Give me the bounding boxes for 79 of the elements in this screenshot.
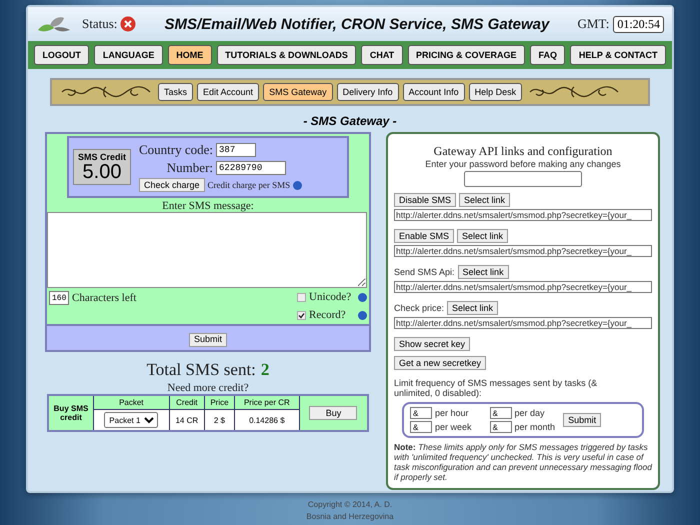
- sub-nav-button[interactable]: Account Info: [402, 83, 465, 101]
- chars-left-label: Characters left: [72, 292, 136, 304]
- link-label: Check price:: [394, 303, 444, 313]
- clock-display: 01:20:54: [613, 16, 664, 32]
- sub-nav-button[interactable]: Help Desk: [468, 83, 522, 101]
- sub-nav-button[interactable]: SMS Gateway: [263, 83, 333, 101]
- toggle-button[interactable]: Disable SMS: [394, 193, 456, 207]
- password-field[interactable]: [464, 171, 582, 187]
- select-link-button[interactable]: Select link: [459, 193, 510, 207]
- status-label: Status:: [82, 16, 118, 32]
- nav-button[interactable]: PRICING & COVERAGE: [408, 45, 526, 65]
- page-title: SMS/Email/Web Notifier, CRON Service, SMS Gateway: [164, 16, 551, 32]
- chars-left-counter[interactable]: 160: [49, 291, 69, 305]
- section-title: - SMS Gateway -: [302, 114, 398, 128]
- info-icon: [293, 180, 302, 190]
- limit-submit-button[interactable]: Submit: [563, 413, 602, 427]
- message-label: Enter SMS message:: [161, 200, 255, 212]
- option-label: Record?: [309, 309, 347, 321]
- footer-text: Bosnia and Herzegovina: [305, 511, 395, 523]
- total-sent-label: Total SMS sent:: [146, 360, 256, 380]
- sub-nav-button[interactable]: Edit Account: [197, 83, 260, 101]
- check-charge-button[interactable]: Check charge: [139, 178, 205, 192]
- limit-field[interactable]: &: [410, 421, 432, 433]
- select-link-button[interactable]: Select link: [447, 301, 498, 315]
- column-header: Price: [204, 395, 234, 410]
- checkbox[interactable]: [297, 310, 306, 320]
- gmt-label: GMT:: [577, 16, 610, 32]
- column-header: Credit: [169, 395, 205, 410]
- url-field[interactable]: http://alerter.ddns.net/smsalert/smsmod.php?secretkey={your_: [394, 209, 652, 221]
- api-title: Gateway API links and configuration: [432, 144, 614, 159]
- message-field[interactable]: [47, 212, 367, 288]
- limit-field[interactable]: &: [490, 421, 512, 433]
- nav-button[interactable]: HELP & CONTACT: [570, 45, 666, 65]
- submit-button[interactable]: Submit: [188, 332, 227, 346]
- sub-nav-button[interactable]: Delivery Info: [336, 83, 399, 101]
- table-cell: 14 CR: [169, 410, 205, 431]
- footer-text: Copyright © 2014, A. D.: [306, 499, 394, 511]
- country-code-field[interactable]: 387: [216, 143, 256, 157]
- select-link-button[interactable]: Select link: [457, 229, 508, 243]
- checkbox[interactable]: [297, 292, 306, 302]
- nav-button[interactable]: HOME: [168, 45, 212, 65]
- url-field[interactable]: http://alerter.ddns.net/smsalert/smsmod.php?secretkey={your_: [394, 245, 652, 257]
- total-sent-count: 2: [260, 360, 270, 380]
- number-label: Number:: [166, 160, 214, 176]
- nav-button[interactable]: LANGUAGE: [94, 45, 163, 65]
- table-cell: 2 $: [204, 410, 234, 431]
- number-field[interactable]: 62289790: [216, 161, 286, 175]
- select-link-button[interactable]: Select link: [458, 265, 509, 279]
- credit-display: SMS Credit 5.00: [73, 149, 132, 185]
- nav-button[interactable]: TUTORIALS & DOWNLOADS: [216, 45, 356, 65]
- limit-field[interactable]: &: [490, 407, 512, 419]
- limit-field[interactable]: &: [410, 407, 432, 419]
- sub-nav-button[interactable]: Tasks: [158, 83, 194, 101]
- link-label: Send SMS Api:: [394, 267, 455, 277]
- toggle-button[interactable]: Enable SMS: [394, 229, 454, 243]
- limit-label: per week: [435, 422, 472, 432]
- need-credit-text: Need more credit?: [167, 382, 249, 394]
- limit-label: per month: [514, 422, 556, 432]
- note-text: Note: These limits apply only for SMS messages triggered by tasks with 'unlimited frequency' unchecked. This is very useful in case of task misconfiguration and can prevent unnecessary messaging flood if properly set.: [394, 442, 652, 482]
- table-cell: Buy SMS credit: [48, 395, 94, 431]
- table-cell: 0.14286 $: [234, 410, 300, 431]
- show-key-button[interactable]: Show secret key: [394, 337, 470, 351]
- nav-button[interactable]: FAQ: [530, 45, 566, 65]
- limit-label: per day: [514, 408, 545, 418]
- password-hint: Enter your password before making any changes: [424, 159, 622, 169]
- buy-button[interactable]: Buy: [309, 406, 358, 420]
- packet-select[interactable]: Packet 1: [104, 412, 158, 428]
- charge-note: Credit charge per SMS: [208, 180, 290, 190]
- limit-text: Limit frequency of SMS messages sent by tasks (& unlimited, 0 disabled):: [394, 378, 598, 398]
- column-header: Packet: [94, 395, 170, 410]
- nav-button[interactable]: LOGOUT: [34, 45, 90, 65]
- limit-label: per hour: [435, 408, 469, 418]
- url-field[interactable]: http://alerter.ddns.net/smsalert/smsmod.php?secretkey={your_: [394, 317, 652, 329]
- nav-button[interactable]: CHAT: [361, 45, 403, 65]
- new-key-button[interactable]: Get a new secretkey: [394, 356, 486, 370]
- column-header: Price per CR: [234, 395, 300, 410]
- option-label: Unicode?: [309, 291, 352, 303]
- country-code-label: Country code:: [139, 142, 214, 158]
- url-field[interactable]: http://alerter.ddns.net/smsalert/smsmod.php?secretkey={your_: [394, 281, 652, 293]
